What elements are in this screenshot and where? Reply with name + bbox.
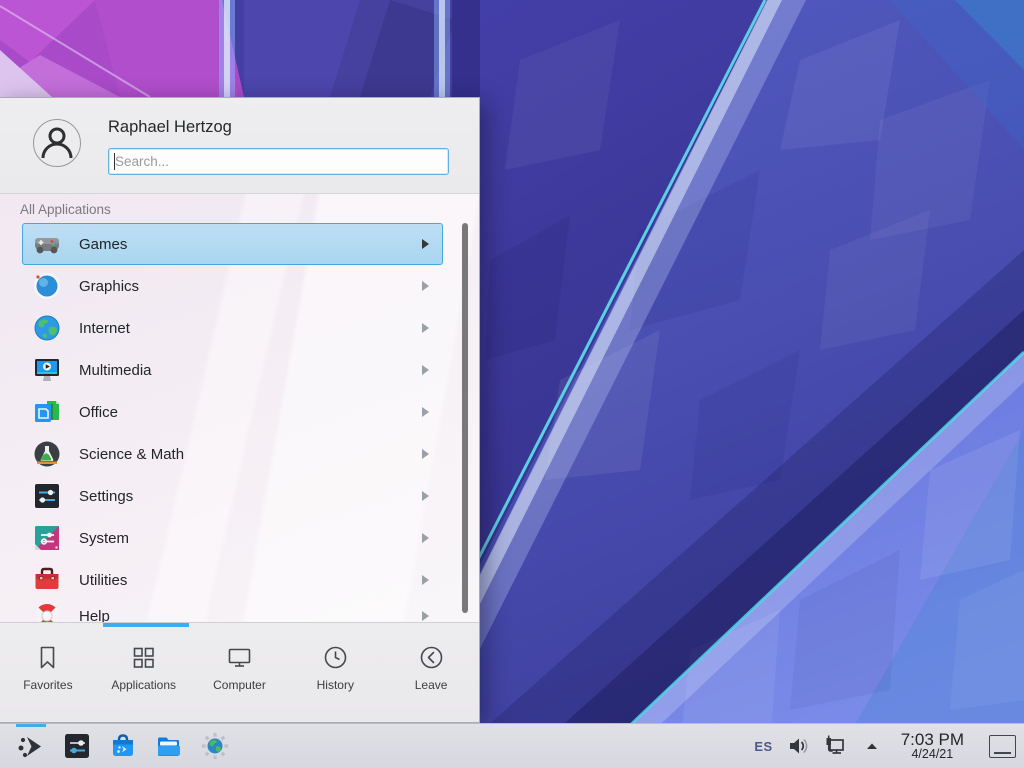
submenu-arrow-icon <box>422 407 429 417</box>
category-science-math[interactable]: Science & Math <box>22 433 443 475</box>
tab-applications[interactable]: Applications <box>96 623 192 722</box>
system-tray: ES 7:03 PM 4/24/2 <box>754 724 1024 768</box>
taskbar-panel: ES 7:03 PM 4/24/2 <box>0 723 1024 768</box>
category-settings[interactable]: Settings <box>22 475 443 517</box>
submenu-arrow-icon <box>422 491 429 501</box>
category-label: Multimedia <box>79 362 152 379</box>
user-name: Raphael Hertzog <box>108 118 232 137</box>
dolphin-folder-icon <box>154 731 184 761</box>
wallpaper-top-strip <box>0 0 480 97</box>
submenu-arrow-icon <box>422 611 429 621</box>
tab-label: Applications <box>111 678 176 692</box>
tab-label: History <box>317 678 354 692</box>
system-sliders-icon <box>33 524 61 552</box>
category-label: Graphics <box>79 278 139 295</box>
keyboard-layout-indicator[interactable]: ES <box>754 739 772 754</box>
launcher-header: Raphael Hertzog <box>0 98 479 194</box>
category-help[interactable]: Help <box>22 595 443 624</box>
file-manager-launcher[interactable] <box>146 724 192 768</box>
lifebuoy-icon <box>33 602 61 624</box>
category-label: Utilities <box>79 572 127 589</box>
submenu-arrow-icon <box>422 575 429 585</box>
sliders-icon <box>33 482 61 510</box>
category-internet[interactable]: Internet <box>22 307 443 349</box>
tab-favorites[interactable]: Favorites <box>0 623 96 722</box>
user-icon <box>34 120 80 166</box>
network-icon[interactable] <box>823 734 847 758</box>
expand-arrow-icon[interactable] <box>860 734 884 758</box>
flask-icon <box>33 440 61 468</box>
system-settings-launcher[interactable] <box>54 724 100 768</box>
app-launcher-button[interactable] <box>8 724 54 768</box>
kde-launcher-icon <box>16 731 46 761</box>
system-settings-icon <box>62 731 92 761</box>
submenu-arrow-icon <box>422 365 429 375</box>
category-label: Science & Math <box>79 446 184 463</box>
documents-icon <box>33 398 61 426</box>
digital-clock[interactable]: 7:03 PM 4/24/21 <box>897 731 968 762</box>
tab-label: Favorites <box>23 678 72 692</box>
bookmark-icon <box>34 644 61 671</box>
monitor-icon <box>226 644 253 671</box>
volume-icon[interactable] <box>786 734 810 758</box>
category-label: Games <box>79 236 127 253</box>
discover-icon <box>108 731 138 761</box>
discover-launcher[interactable] <box>100 724 146 768</box>
application-launcher-popup: Raphael Hertzog All Applications Games <box>0 97 480 723</box>
taskbar-launchers <box>0 724 238 768</box>
tab-label: Computer <box>213 678 266 692</box>
application-category-list: Games Graphics <box>22 223 457 624</box>
category-label: Office <box>79 404 118 421</box>
submenu-arrow-icon <box>422 533 429 543</box>
category-office[interactable]: Office <box>22 391 443 433</box>
category-label: Settings <box>79 488 133 505</box>
clock-icon <box>322 644 349 671</box>
section-label: All Applications <box>20 202 479 218</box>
user-avatar[interactable] <box>33 119 81 167</box>
search-field-wrap <box>108 148 449 175</box>
search-input[interactable] <box>108 148 449 175</box>
category-graphics[interactable]: Graphics <box>22 265 443 307</box>
tab-history[interactable]: History <box>287 623 383 722</box>
category-system[interactable]: System <box>22 517 443 559</box>
submenu-arrow-icon <box>422 323 429 333</box>
blue-sphere-icon <box>33 272 61 300</box>
show-desktop-button[interactable] <box>989 735 1016 758</box>
category-label: System <box>79 530 129 547</box>
web-browser-launcher[interactable] <box>192 724 238 768</box>
launcher-footer-tabs: Favorites Applications Computer <box>0 622 479 722</box>
grid-icon <box>130 644 157 671</box>
media-monitor-icon <box>33 356 61 384</box>
category-multimedia[interactable]: Multimedia <box>22 349 443 391</box>
scrollbar-thumb[interactable] <box>462 223 468 613</box>
submenu-arrow-icon <box>422 281 429 291</box>
active-indicator <box>16 724 46 727</box>
submenu-arrow-icon <box>422 449 429 459</box>
clock-date: 4/24/21 <box>901 748 964 761</box>
clock-time: 7:03 PM <box>901 731 964 749</box>
category-games[interactable]: Games <box>22 223 443 265</box>
globe-icon <box>33 314 61 342</box>
konqueror-globe-icon <box>200 731 230 761</box>
leave-icon <box>418 644 445 671</box>
tab-leave[interactable]: Leave <box>383 623 479 722</box>
active-tab-indicator <box>103 623 189 627</box>
tab-label: Leave <box>415 678 448 692</box>
category-label: Internet <box>79 320 130 337</box>
application-list-panel: All Applications Games <box>0 194 479 624</box>
tab-computer[interactable]: Computer <box>192 623 288 722</box>
toolbox-icon <box>33 566 61 594</box>
submenu-arrow-icon <box>422 239 429 249</box>
gamepad-icon <box>33 230 61 258</box>
